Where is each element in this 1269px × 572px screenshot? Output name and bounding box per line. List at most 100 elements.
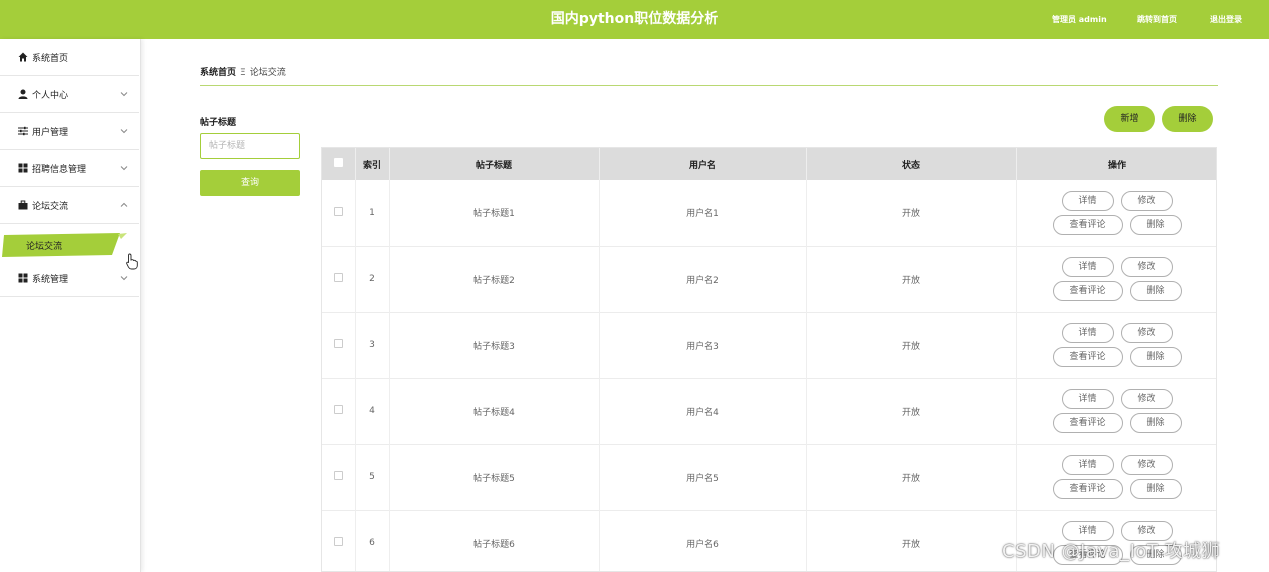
detail-button[interactable]: 详情: [1061, 257, 1114, 277]
sidebar-item-label: 个人中心: [32, 90, 69, 101]
delete-button[interactable]: 删除: [1129, 347, 1182, 367]
sliders-icon: [17, 126, 28, 137]
home-icon: [17, 52, 28, 63]
row-title: 帖子标题1: [389, 180, 600, 246]
row-actions: 详情 修改 查看评论 删除: [1016, 312, 1216, 378]
search-button[interactable]: 查询: [200, 170, 300, 196]
grid-icon: [17, 163, 28, 174]
sidebar-item-label: 用户管理: [32, 127, 69, 138]
table-row: 5 帖子标题5 用户名5 开放 详情 修改 查看评论 删除: [322, 444, 1216, 510]
chevron-down-icon: [120, 166, 128, 171]
row-actions: 详情 修改 查看评论 删除: [1016, 180, 1216, 246]
table-row: 2 帖子标题2 用户名2 开放 详情 修改 查看评论 删除: [322, 246, 1216, 312]
delete-button[interactable]: 删除: [1129, 413, 1182, 433]
row-actions: 详情 修改 查看评论 删除: [1016, 246, 1216, 312]
row-checkbox[interactable]: [333, 405, 343, 414]
top-header-bar: 国内python职位数据分析 管理员 admin 跳转到首页 退出登录: [0, 0, 1269, 39]
row-status: 开放: [806, 246, 1017, 312]
edit-button[interactable]: 修改: [1120, 389, 1173, 409]
view-comments-button[interactable]: 查看评论: [1052, 479, 1123, 499]
row-username: 用户名5: [599, 444, 807, 510]
sidebar-subitem-forum[interactable]: 论坛交流: [0, 233, 128, 257]
delete-button[interactable]: 删除: [1129, 479, 1182, 499]
row-checkbox[interactable]: [333, 339, 343, 348]
delete-button[interactable]: 删除: [1129, 281, 1182, 301]
row-title: 帖子标题3: [389, 312, 600, 378]
header-status: 状态: [806, 148, 1017, 180]
goto-home-link[interactable]: 跳转到首页: [1137, 14, 1177, 25]
row-select-cell: [322, 312, 356, 378]
add-button[interactable]: 新增: [1104, 106, 1155, 132]
edit-button[interactable]: 修改: [1120, 323, 1173, 343]
row-select-cell: [322, 444, 356, 510]
header-username: 用户名: [599, 148, 807, 180]
select-all-checkbox[interactable]: [333, 158, 343, 167]
search-label: 帖子标题: [200, 118, 237, 128]
sidebar-item-user-management[interactable]: 用户管理: [0, 113, 139, 150]
delete-button[interactable]: 删除: [1129, 214, 1182, 235]
row-select-cell: [322, 510, 356, 571]
active-brush-highlight: [2, 233, 127, 257]
row-title: 帖子标题2: [389, 246, 600, 312]
edit-button[interactable]: 修改: [1120, 190, 1173, 211]
sidebar-item-recruitment-management[interactable]: 招聘信息管理: [0, 150, 139, 187]
breadcrumb: 系统首页 Ξ 论坛交流: [200, 65, 286, 78]
header-index: 索引: [355, 148, 390, 180]
row-title: 帖子标题4: [389, 378, 600, 444]
row-status: 开放: [806, 378, 1017, 444]
row-username: 用户名2: [599, 246, 807, 312]
sidebar-item-home[interactable]: 系统首页: [0, 39, 139, 76]
edit-button[interactable]: 修改: [1120, 455, 1173, 475]
chevron-down-icon: [120, 92, 128, 97]
briefcase-icon: [17, 200, 28, 211]
sidebar-item-personal-center[interactable]: 个人中心: [0, 76, 139, 113]
row-username: 用户名6: [599, 510, 807, 571]
row-index: 5: [355, 444, 390, 510]
select-all-cell: [322, 148, 356, 180]
sidebar-item-label: 系统管理: [32, 274, 69, 285]
row-username: 用户名4: [599, 378, 807, 444]
row-checkbox[interactable]: [333, 206, 343, 216]
sidebar-item-label: 系统首页: [32, 53, 69, 64]
detail-button[interactable]: 详情: [1061, 389, 1114, 409]
chevron-down-icon: [120, 129, 128, 134]
sidebar-item-forum[interactable]: 论坛交流: [0, 187, 139, 224]
row-actions: 详情 修改 查看评论 删除: [1016, 378, 1216, 444]
row-checkbox[interactable]: [333, 537, 343, 546]
chevron-up-icon: [120, 202, 128, 207]
row-select-cell: [322, 246, 356, 312]
detail-button[interactable]: 详情: [1061, 455, 1114, 475]
detail-button[interactable]: 详情: [1061, 323, 1114, 343]
view-comments-button[interactable]: 查看评论: [1052, 214, 1123, 235]
sidebar-subitem-label: 论坛交流: [26, 242, 63, 252]
row-status: 开放: [806, 510, 1017, 571]
grid-icon: [17, 273, 28, 284]
breadcrumb-divider: [200, 85, 1218, 86]
row-index: 6: [355, 510, 390, 571]
row-status: 开放: [806, 312, 1017, 378]
edit-button[interactable]: 修改: [1120, 257, 1173, 277]
row-select-cell: [322, 180, 356, 246]
row-checkbox[interactable]: [333, 273, 343, 282]
breadcrumb-home[interactable]: 系统首页: [200, 68, 236, 78]
sidebar-item-system-management[interactable]: 系统管理: [0, 260, 139, 297]
logout-link[interactable]: 退出登录: [1210, 14, 1242, 25]
row-select-cell: [322, 378, 356, 444]
view-comments-button[interactable]: 查看评论: [1052, 281, 1123, 301]
watermark: CSDN @Java_IoT 攻城狮: [1002, 541, 1221, 562]
main-content: 系统首页 Ξ论坛交流 帖子标题 查询 新增 删除 索引 帖子标题 用户名 状态 操…: [141, 39, 1269, 572]
row-title: 帖子标题6: [389, 510, 600, 571]
search-input[interactable]: [200, 133, 300, 159]
view-comments-button[interactable]: 查看评论: [1052, 413, 1123, 433]
header-actions: 操作: [1016, 148, 1216, 180]
row-checkbox[interactable]: [333, 471, 343, 480]
sidebar-item-label: 招聘信息管理: [32, 164, 87, 175]
batch-delete-button[interactable]: 删除: [1162, 106, 1213, 132]
table-row: 3 帖子标题3 用户名3 开放 详情 修改 查看评论 删除: [322, 312, 1216, 378]
detail-button[interactable]: 详情: [1061, 190, 1114, 211]
row-username: 用户名1: [599, 180, 807, 246]
view-comments-button[interactable]: 查看评论: [1052, 347, 1123, 367]
sidebar-item-label: 论坛交流: [32, 201, 69, 212]
row-actions: 详情 修改 查看评论 删除: [1016, 444, 1216, 510]
row-username: 用户名3: [599, 312, 807, 378]
